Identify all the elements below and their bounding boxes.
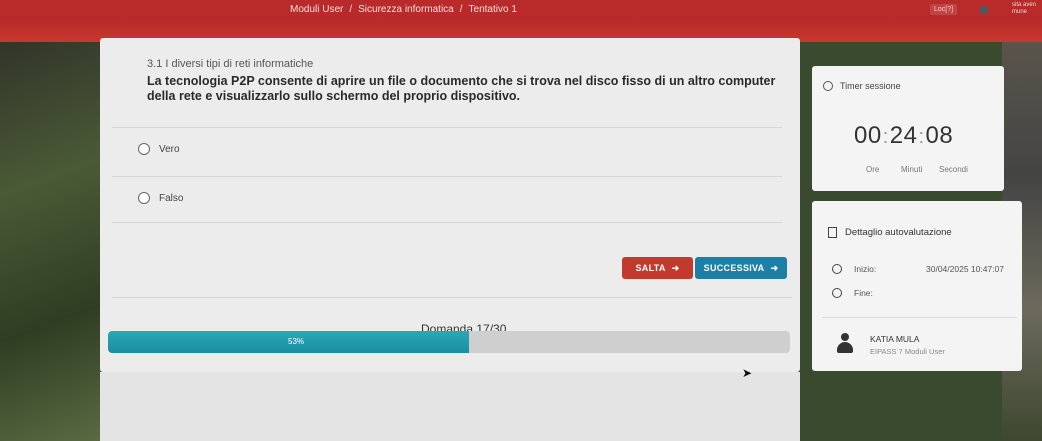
footer-area — [100, 372, 800, 441]
top-bar: Moduli User / Sicurezza informatica / Tentat… — [0, 0, 1042, 22]
timer-minutes: 24 — [889, 122, 918, 149]
detail-end-row: Fine: — [832, 288, 873, 298]
arrow-right-icon: ➜ — [770, 262, 779, 273]
detail-start-value: 30/04/2025 10:47:07 — [926, 264, 1004, 274]
user-course: EIPASS 7 Moduli User — [870, 347, 945, 356]
user-menu-line: sita aven — [1012, 2, 1037, 8]
timer-display: 00:24:08 — [854, 122, 953, 150]
mouse-cursor-icon: ➤ — [742, 366, 753, 380]
timer-title: Timer sessione — [823, 81, 901, 91]
timer-seconds: 08 — [925, 122, 954, 149]
document-icon — [828, 227, 837, 238]
breadcrumb-item-module[interactable]: Moduli User — [290, 4, 343, 15]
next-button[interactable]: SUCCESSIVA ➜ — [695, 257, 787, 279]
breadcrumb-item-attempt: Tentativo 1 — [468, 4, 517, 15]
skip-button[interactable]: SALTA ➜ — [622, 257, 693, 279]
detail-end-label: Fine: — [854, 288, 873, 298]
arrow-right-icon: ➜ — [671, 262, 680, 273]
breadcrumb: Moduli User / Sicurezza informatica / Tentat… — [290, 4, 517, 15]
divider — [112, 222, 782, 223]
detail-title: Dettaglio autovalutazione — [828, 227, 952, 238]
progress-bar — [108, 331, 790, 353]
notification-icon[interactable] — [980, 6, 988, 14]
clock-icon — [823, 81, 833, 91]
divider — [112, 127, 782, 128]
detail-start-label: Inizio: — [854, 264, 877, 274]
option-label: Vero — [159, 143, 180, 155]
skip-button-label: SALTA — [635, 263, 666, 273]
avatar-head — [841, 333, 849, 341]
breadcrumb-item-course[interactable]: Sicurezza informatica — [358, 4, 454, 15]
detail-title-label: Dettaglio autovalutazione — [845, 227, 952, 238]
alarm-clock-icon — [832, 288, 842, 298]
timer-title-label: Timer sessione — [840, 81, 901, 91]
timer-colon: : — [918, 126, 925, 148]
user-menu[interactable]: sita aven mune — [1012, 2, 1036, 16]
breadcrumb-separator: / — [459, 4, 463, 15]
timer-unit-seconds: Secondi — [939, 165, 968, 174]
alarm-clock-icon — [832, 264, 842, 274]
answer-option-true[interactable]: Vero — [138, 143, 180, 155]
avatar-body — [837, 342, 853, 353]
radio-button[interactable] — [138, 192, 150, 204]
option-label: Falso — [159, 192, 184, 204]
user-name: KATIA MULA — [870, 334, 920, 344]
breadcrumb-separator: / — [349, 4, 353, 15]
answer-option-false[interactable]: Falso — [138, 192, 183, 204]
timer-colon: : — [882, 126, 889, 148]
timer-unit-minutes: Minuti — [901, 165, 923, 174]
user-menu-line: mune — [1012, 9, 1028, 15]
timer-hours: 00 — [854, 122, 882, 149]
next-button-label: SUCCESSIVA — [703, 263, 765, 273]
timer-unit-hours: Ore — [866, 165, 880, 174]
avatar — [837, 333, 853, 353]
language-button[interactable]: Loc[?] — [930, 4, 958, 15]
detail-start-row: Inizio: — [832, 264, 876, 274]
radio-button[interactable] — [138, 143, 150, 155]
question-text: La tecnologia P2P consente di aprire un … — [147, 74, 776, 103]
progress-percent: 53% — [288, 337, 305, 346]
divider — [112, 297, 792, 298]
divider — [822, 317, 1017, 318]
question-section: 3.1 I diversi tipi di reti informatiche — [147, 58, 314, 70]
divider — [112, 176, 782, 177]
